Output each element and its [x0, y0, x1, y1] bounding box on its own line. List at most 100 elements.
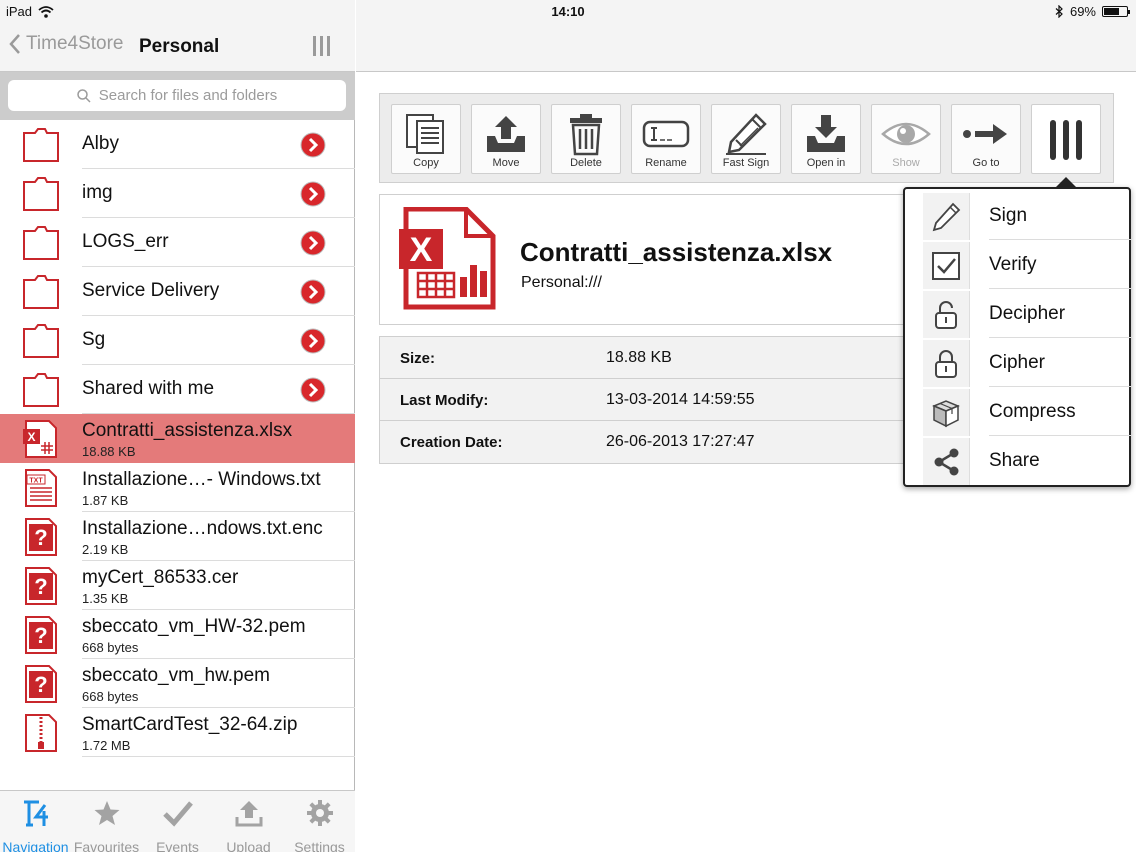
- folder-icon: [23, 226, 59, 260]
- property-row: Size: 18.88 KB: [380, 337, 938, 379]
- file-name: Contratti_assistenza.xlsx: [82, 420, 293, 441]
- list-item-folder[interactable]: LOGS_err: [0, 218, 355, 267]
- search-bar: Search for files and folders: [0, 72, 355, 120]
- chevron-left-icon: [9, 34, 20, 54]
- list-item-file[interactable]: ? Installazione…ndows.txt.enc 2.19 KB: [0, 512, 355, 561]
- trash-icon: [570, 114, 602, 156]
- property-value: 18.88 KB: [606, 349, 672, 366]
- go-to-button[interactable]: Go to: [951, 104, 1021, 174]
- menu-item-share[interactable]: Share: [923, 436, 1131, 485]
- property-value: 13-03-2014 14:59:55: [606, 391, 755, 408]
- tab-settings[interactable]: Settings: [284, 791, 355, 852]
- list-item-file[interactable]: ? myCert_86533.cer 1.35 KB: [0, 561, 355, 610]
- menu-item-verify[interactable]: Verify: [923, 240, 1131, 289]
- menu-item-label: Share: [989, 450, 1040, 471]
- search-placeholder: Search for files and folders: [98, 87, 278, 104]
- tab-favourites[interactable]: Favourites: [71, 791, 142, 852]
- t4-logo-icon: [23, 800, 48, 827]
- tab-navigation-label: Navigation: [2, 839, 69, 852]
- checkmark-icon: [162, 801, 193, 827]
- property-key: Last Modify:: [400, 392, 489, 409]
- unknown-file-icon: ?: [25, 616, 57, 654]
- property-row: Last Modify: 13-03-2014 14:59:55: [380, 379, 938, 421]
- svg-text:?: ?: [34, 525, 47, 550]
- folder-name: Shared with me: [82, 378, 215, 399]
- tab-events-label: Events: [156, 839, 199, 852]
- more-actions-popover: Sign Verify Decipher Cipher Compress Sha…: [903, 187, 1131, 487]
- sidebar: Time4Store Personal Search for files and…: [0, 0, 355, 852]
- open-in-icon: [807, 115, 845, 152]
- disclosure-arrow-icon[interactable]: [300, 230, 326, 256]
- detail-file-path: Personal:///: [521, 274, 602, 291]
- disclosure-arrow-icon[interactable]: [300, 181, 326, 207]
- folder-name: LOGS_err: [82, 231, 169, 252]
- folder-icon: [23, 373, 59, 407]
- tab-events[interactable]: Events: [142, 791, 213, 852]
- battery-icon: [1102, 6, 1130, 17]
- delete-button-label: Delete: [570, 157, 602, 169]
- menu-item-label: Decipher: [989, 303, 1066, 324]
- menu-item-label: Compress: [989, 401, 1076, 422]
- sidebar-menu-button[interactable]: [312, 36, 332, 61]
- menu-item-compress[interactable]: Compress: [923, 387, 1131, 436]
- unknown-file-icon: ?: [25, 665, 57, 703]
- rename-icon: [642, 120, 690, 148]
- tab-upload[interactable]: Upload: [213, 791, 284, 852]
- list-item-file-selected[interactable]: X Contratti_assistenza.xlsx 18.88 KB: [0, 414, 355, 463]
- fast-sign-button[interactable]: Fast Sign: [711, 104, 781, 174]
- file-name: sbeccato_vm_hw.pem: [82, 665, 270, 686]
- list-item-file[interactable]: ? sbeccato_vm_hw.pem 668 bytes: [0, 659, 355, 708]
- disclosure-arrow-icon[interactable]: [300, 132, 326, 158]
- delete-button[interactable]: Delete: [551, 104, 621, 174]
- disclosure-arrow-icon[interactable]: [300, 279, 326, 305]
- file-size: 1.35 KB: [82, 591, 129, 606]
- pencil-icon: [932, 202, 961, 231]
- back-button[interactable]: Time4Store: [8, 33, 124, 55]
- menu-item-cipher[interactable]: Cipher: [923, 338, 1131, 387]
- file-name: myCert_86533.cer: [82, 567, 239, 588]
- arrow-right-icon: [963, 124, 1007, 144]
- disclosure-arrow-icon[interactable]: [300, 328, 326, 354]
- search-icon: [77, 88, 91, 103]
- tab-bar: Navigation Favourites Events Upload Sett…: [0, 790, 355, 852]
- rename-button[interactable]: Rename: [631, 104, 701, 174]
- svg-text:?: ?: [34, 672, 47, 697]
- tab-navigation[interactable]: Navigation: [0, 791, 71, 852]
- file-info-card: X Contratti_assistenza.xlsx Personal:///: [379, 194, 939, 325]
- show-button[interactable]: Show: [871, 104, 941, 174]
- rename-button-label: Rename: [645, 157, 687, 169]
- file-list: Alby img LOGS_err Service Delivery Sg Sh…: [0, 120, 355, 757]
- menu-item-sign[interactable]: Sign: [923, 191, 1131, 240]
- disclosure-arrow-icon[interactable]: [300, 377, 326, 403]
- svg-text:X: X: [27, 430, 35, 444]
- file-size: 1.87 KB: [82, 493, 129, 508]
- svg-text:?: ?: [34, 574, 47, 599]
- share-icon: [934, 448, 959, 475]
- list-item-file[interactable]: ? sbeccato_vm_HW-32.pem 668 bytes: [0, 610, 355, 659]
- folder-icon: [23, 275, 59, 309]
- move-button[interactable]: Move: [471, 104, 541, 174]
- folder-name: Alby: [82, 133, 119, 154]
- list-item-folder[interactable]: img: [0, 169, 355, 218]
- copy-button-label: Copy: [413, 157, 439, 169]
- search-input[interactable]: Search for files and folders: [8, 80, 346, 111]
- status-time: 14:10: [551, 4, 585, 19]
- copy-button[interactable]: Copy: [391, 104, 461, 174]
- fast-sign-button-label: Fast Sign: [722, 157, 770, 169]
- folder-icon: [23, 177, 59, 211]
- list-item-folder[interactable]: Service Delivery: [0, 267, 355, 316]
- menu-item-decipher[interactable]: Decipher: [923, 289, 1131, 338]
- menu-item-label: Sign: [989, 205, 1028, 226]
- property-row: Creation Date: 26-06-2013 17:27:47: [380, 421, 938, 463]
- list-item-file[interactable]: SmartCardTest_32-64.zip 1.72 MB: [0, 708, 355, 757]
- open-in-button[interactable]: Open in: [791, 104, 861, 174]
- unknown-file-icon: ?: [25, 518, 57, 556]
- list-item-folder[interactable]: Alby: [0, 120, 355, 169]
- svg-text:?: ?: [34, 623, 47, 648]
- more-actions-button[interactable]: [1031, 104, 1101, 174]
- list-item-file[interactable]: TXT Installazione…- Windows.txt 1.87 KB: [0, 463, 355, 512]
- excel-file-icon: X: [23, 420, 57, 458]
- list-item-folder[interactable]: Sg: [0, 316, 355, 365]
- list-item-folder[interactable]: Shared with me: [0, 365, 355, 414]
- show-button-label: Show: [892, 157, 920, 169]
